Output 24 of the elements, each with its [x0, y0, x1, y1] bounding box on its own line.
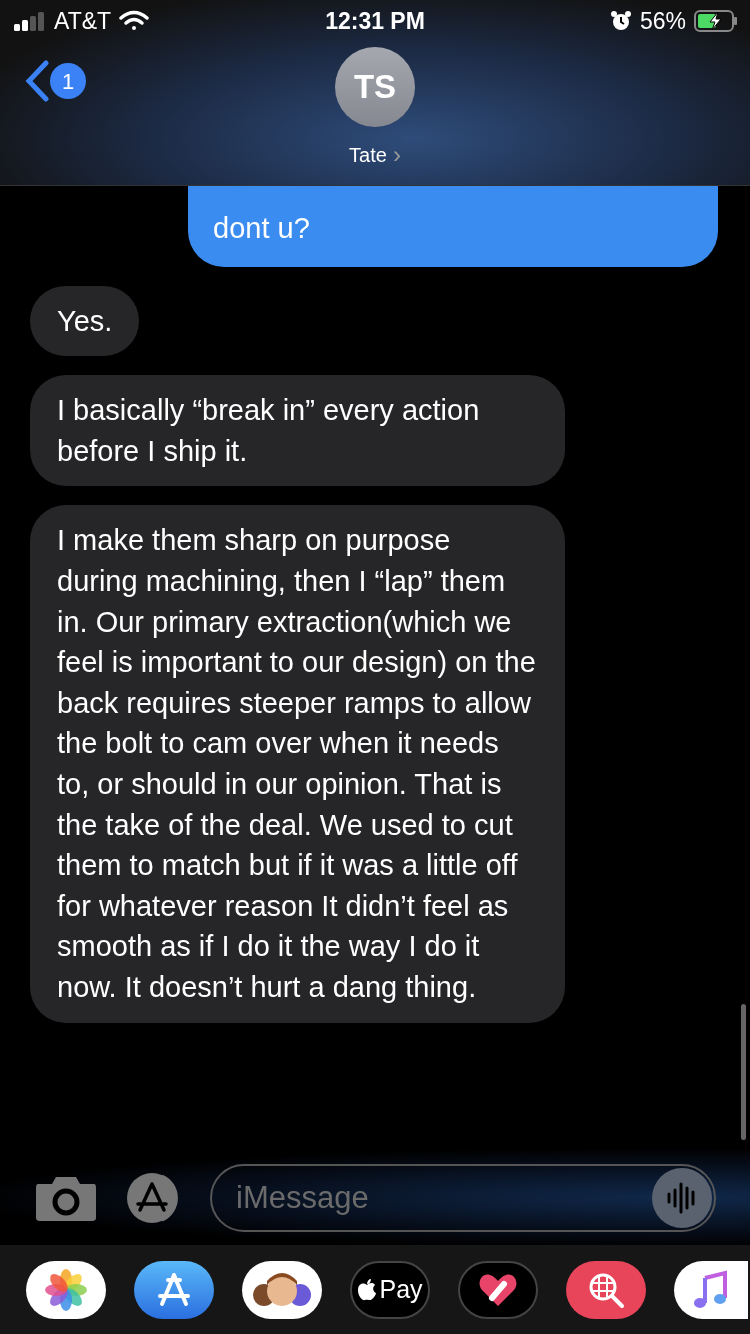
wifi-icon	[119, 10, 150, 32]
battery-charging-icon	[694, 10, 738, 32]
search-app-icon[interactable]	[566, 1260, 646, 1319]
received-message: I make them sharp on purpose during machining, then I “lap” them in. Our primary extraction(which we feel is important to our design) on the back requires steeper ramps to allow the bolt to cam over when it needs to, or should in our opinion. That is the take of the deal. We used to cut them to match but if it was a little off for whatever reason It didn’t feel as smooth as if I do it the way I do it now. It doesn’t hurt a dang thing.	[30, 505, 565, 1023]
apple-icon	[357, 1277, 378, 1302]
app-store-icon[interactable]	[134, 1260, 214, 1319]
clock-time: 12:31 PM	[325, 6, 425, 36]
photos-app-icon[interactable]	[26, 1260, 106, 1319]
signal-icon	[12, 11, 46, 31]
music-app-icon[interactable]	[674, 1260, 748, 1319]
audio-waveform-icon[interactable]	[652, 1167, 712, 1228]
alarm-icon	[609, 10, 632, 32]
back-button[interactable]: 1	[24, 60, 86, 102]
message-input[interactable]: iMessage	[210, 1163, 716, 1232]
unread-badge: 1	[50, 63, 86, 99]
battery-percent: 56%	[639, 6, 686, 36]
carrier-name: AT&T	[54, 6, 112, 36]
sent-message: dont u?	[188, 186, 718, 267]
received-message: Yes.	[30, 285, 140, 357]
received-message: I basically “break in” every action before I ship it.	[30, 375, 565, 487]
contact-name[interactable]: Tate ›	[349, 137, 401, 173]
back-chevron-icon	[24, 60, 50, 102]
figures-app-icon[interactable]	[242, 1260, 322, 1319]
pay-app-button[interactable]: Pay	[350, 1260, 430, 1319]
